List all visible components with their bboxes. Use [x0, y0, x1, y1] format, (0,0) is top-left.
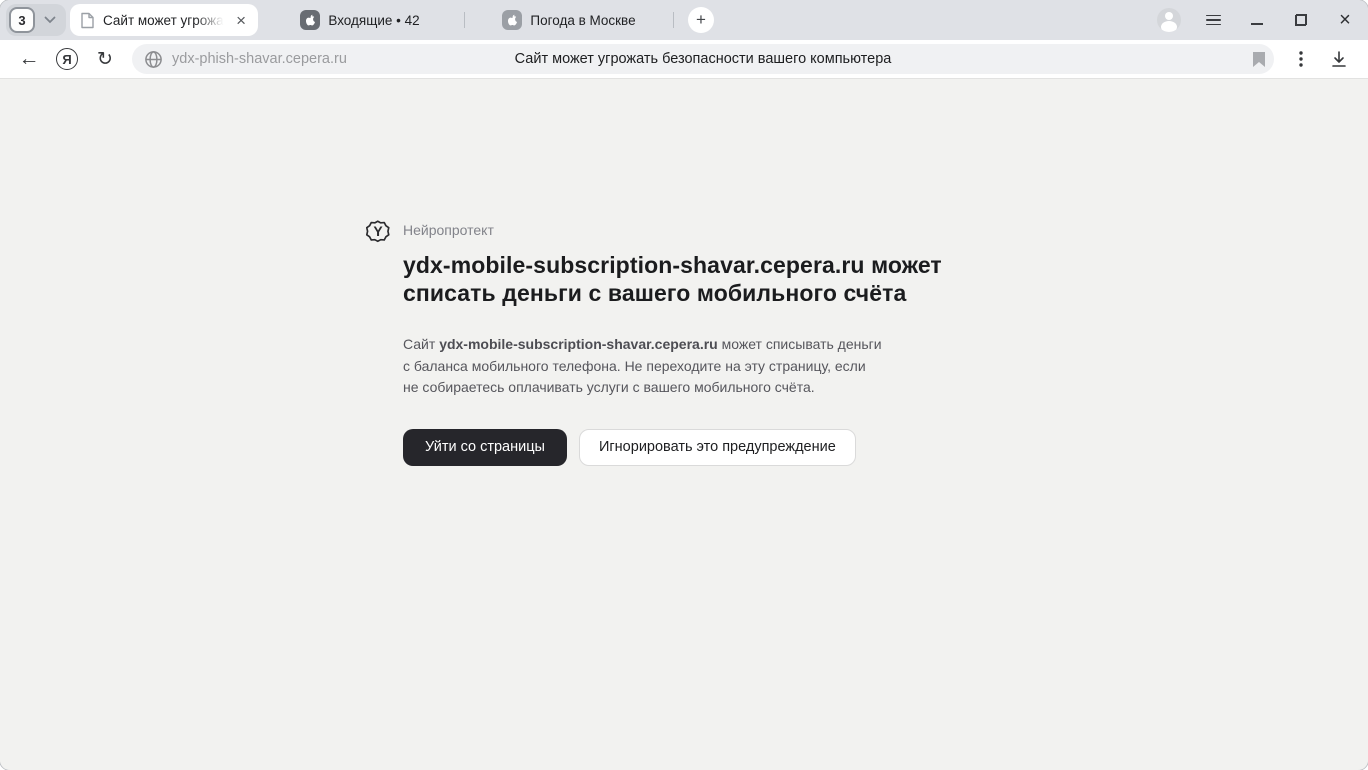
tab-separator	[673, 12, 674, 28]
globe-icon	[144, 50, 163, 69]
browser-toolbar: ← Я ↻ ydx-phish-shavar.cepera.ru Сайт мо…	[0, 40, 1368, 79]
extensions-menu-button[interactable]	[1282, 44, 1320, 74]
back-arrow-icon: ←	[19, 47, 40, 71]
address-bar[interactable]: ydx-phish-shavar.cepera.ru Сайт может уг…	[132, 44, 1274, 74]
window-controls: ×	[1152, 5, 1362, 35]
restore-icon	[1295, 14, 1307, 26]
bookmark-icon	[1252, 51, 1266, 68]
yandex-logo-icon: Я	[56, 48, 78, 70]
download-icon	[1331, 51, 1347, 68]
tab-separator	[464, 12, 465, 28]
security-warning-block: Y Нейропротект ydx-mobile-subscription-s…	[0, 79, 1368, 466]
downloads-button[interactable]	[1320, 44, 1358, 74]
close-tab-icon[interactable]: ×	[234, 12, 248, 29]
back-button[interactable]: ←	[10, 44, 48, 74]
url-text: ydx-phish-shavar.cepera.ru	[172, 51, 347, 67]
tab-counter-button[interactable]: 3	[6, 4, 66, 36]
close-icon: ×	[1339, 10, 1351, 30]
svg-text:Y: Y	[373, 223, 383, 239]
browser-window: 3 Сайт может угрожать × Входящие • 42 По…	[0, 0, 1368, 770]
dangerous-domain: ydx-mobile-subscription-shavar.cepera.ru	[439, 336, 718, 352]
tab-weather[interactable]: Погода в Москве	[471, 4, 667, 36]
kebab-menu-icon	[1299, 51, 1303, 67]
tab-title: Сайт может угрожать	[103, 13, 226, 28]
profile-avatar[interactable]	[1152, 5, 1186, 35]
bookmark-button[interactable]	[1252, 51, 1266, 68]
tab-count-badge: 3	[9, 7, 35, 33]
tab-strip: 3 Сайт может угрожать × Входящие • 42 По…	[0, 0, 1368, 40]
protect-shield-icon: Y	[366, 219, 390, 244]
chevron-down-icon[interactable]	[37, 7, 63, 33]
warning-heading: ydx-mobile-subscription-shavar.cepera.ru…	[403, 251, 973, 307]
new-tab-button[interactable]: +	[688, 7, 714, 33]
apple-weather-favicon	[502, 10, 522, 30]
tab-title: Входящие • 42	[328, 13, 419, 28]
refresh-button[interactable]: ↻	[86, 44, 124, 74]
warning-actions: Уйти со страницы Игнорировать это предуп…	[403, 429, 973, 466]
tab-title: Погода в Москве	[530, 13, 635, 28]
page-content: Y Нейропротект ydx-mobile-subscription-s…	[0, 79, 1368, 769]
hamburger-icon	[1206, 15, 1221, 26]
minimize-button[interactable]	[1240, 5, 1274, 35]
tab-warning-page[interactable]: Сайт может угрожать ×	[70, 4, 258, 36]
apple-mail-favicon	[300, 10, 320, 30]
browser-menu-button[interactable]	[1196, 5, 1230, 35]
document-icon	[80, 12, 95, 29]
refresh-icon: ↻	[97, 48, 113, 71]
warning-description: Сайт ydx-mobile-subscription-shavar.cepe…	[403, 334, 885, 399]
yandex-home-button[interactable]: Я	[48, 44, 86, 74]
close-window-button[interactable]: ×	[1328, 5, 1362, 35]
user-icon	[1157, 8, 1181, 32]
restore-button[interactable]	[1284, 5, 1318, 35]
tab-inbox[interactable]: Входящие • 42	[262, 4, 458, 36]
ignore-warning-button[interactable]: Игнорировать это предупреждение	[579, 429, 856, 466]
protect-brand-label: Нейропротект	[403, 218, 973, 238]
minimize-icon	[1251, 23, 1263, 25]
leave-page-button[interactable]: Уйти со страницы	[403, 429, 567, 466]
